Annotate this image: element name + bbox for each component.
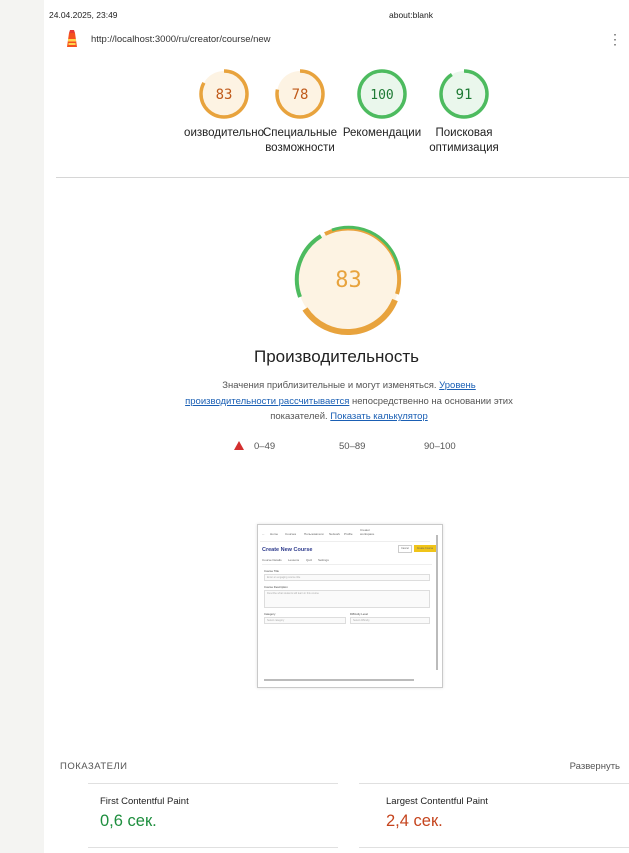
thumb-heading: Create New Course bbox=[262, 547, 313, 553]
legend-fail: 0–49 bbox=[234, 441, 275, 452]
thumb-title-label: Course Title bbox=[264, 569, 279, 573]
print-title: about:blank bbox=[389, 10, 433, 20]
thumb-nav-3: Network bbox=[329, 532, 341, 536]
metric-divider-bottom-right bbox=[359, 847, 629, 848]
legend-pass: 90–100 bbox=[424, 441, 456, 452]
thumb-category-select: Select category bbox=[264, 617, 346, 624]
performance-description: Значения приблизительные и могут изменят… bbox=[184, 378, 514, 425]
report-url-bar: http://localhost:3000/ru/creator/course/… bbox=[60, 30, 628, 50]
gauge-best-practices[interactable]: 100 Рекомендации bbox=[342, 68, 422, 141]
metric-lcp-value: 2,4 сек. bbox=[386, 812, 443, 830]
thumb-desc-input: Describe what students will learn in thi… bbox=[264, 590, 430, 608]
thumb-tab-3: Settings bbox=[318, 558, 329, 562]
desc-text-1: Значения приблизительные и могут изменят… bbox=[222, 380, 440, 391]
thumb-create-button: Create Course bbox=[414, 545, 436, 552]
thumb-navbar: ← Home Courses Пользователи Network Prof… bbox=[260, 527, 430, 542]
performance-gauge: 83 bbox=[294, 225, 402, 335]
gauge-accessibility-label: Специальные возможности bbox=[262, 127, 338, 154]
section-divider bbox=[56, 177, 629, 178]
performance-score: 83 bbox=[335, 268, 362, 293]
thumb-tab-1: Lessons bbox=[288, 558, 300, 562]
final-screenshot-thumbnail[interactable]: ← Home Courses Пользователи Network Prof… bbox=[257, 524, 443, 688]
gauge-accessibility-score: 78 bbox=[292, 87, 309, 103]
gauge-best-practices-ring: 100 bbox=[357, 69, 407, 119]
summary-gauges: 83 оизводительно 78 Специальные возможно… bbox=[184, 68, 524, 188]
thumb-category-label: Category bbox=[264, 612, 276, 616]
gauge-seo-ring: 91 bbox=[439, 69, 489, 119]
thumb-cancel-button: Cancel bbox=[398, 545, 412, 553]
expand-metrics-toggle[interactable]: Развернуть bbox=[570, 761, 620, 772]
gauge-best-practices-label: Рекомендации bbox=[342, 127, 422, 139]
gauge-seo[interactable]: 91 Поисковая оптимизация bbox=[424, 68, 504, 156]
metric-lcp: Largest Contentful Paint 2,4 сек. bbox=[386, 796, 488, 831]
thumb-desc-label: Course Description bbox=[264, 585, 288, 589]
metric-divider-left bbox=[88, 783, 338, 784]
metric-divider-bottom-left bbox=[88, 847, 338, 848]
thumb-nav-4: Profile bbox=[344, 532, 353, 536]
thumb-horizontal-scrollbar bbox=[264, 679, 414, 681]
gauge-accessibility[interactable]: 78 Специальные возможности bbox=[260, 68, 340, 156]
metric-divider-right bbox=[359, 783, 629, 784]
lighthouse-icon bbox=[67, 30, 77, 47]
gauge-performance-ring: 83 bbox=[199, 69, 249, 119]
show-calculator-link[interactable]: Показать калькулятор bbox=[330, 411, 427, 422]
kebab-menu-icon[interactable]: ⋮ bbox=[608, 32, 622, 46]
metric-fcp-value: 0,6 сек. bbox=[100, 812, 157, 830]
metric-fcp-name: First Contentful Paint bbox=[100, 796, 189, 807]
fail-triangle-icon bbox=[234, 441, 244, 450]
metric-lcp-name: Largest Contentful Paint bbox=[386, 796, 488, 807]
thumb-tabs: Course Details Lessons Quiz Settings bbox=[262, 558, 432, 565]
thumb-tab-0: Course Details bbox=[262, 558, 282, 562]
gauge-best-practices-score: 100 bbox=[370, 88, 393, 103]
score-legend: 0–49 50–89 90–100 bbox=[234, 441, 484, 455]
metric-fcp: First Contentful Paint 0,6 сек. bbox=[100, 796, 189, 831]
thumb-nav-0: Home bbox=[270, 532, 279, 536]
gauge-seo-label: Поисковая оптимизация bbox=[429, 127, 499, 154]
legend-average: 50–89 bbox=[339, 441, 366, 452]
page-url[interactable]: http://localhost:3000/ru/creator/course/… bbox=[91, 34, 271, 45]
thumb-difficulty-select: Select difficulty bbox=[350, 617, 430, 624]
thumb-nav-1: Courses bbox=[285, 532, 297, 536]
thumb-title-input: Enter an engaging course title bbox=[264, 574, 430, 581]
gauge-seo-score: 91 bbox=[456, 87, 473, 103]
thumb-nav-5: Creator workspace bbox=[360, 528, 375, 536]
thumb-vertical-scrollbar bbox=[436, 535, 438, 670]
metrics-header: ПОКАЗАТЕЛИ bbox=[60, 761, 128, 772]
gauge-accessibility-ring: 78 bbox=[275, 69, 325, 119]
report-page: 24.04.2025, 23:49 about:blank http://loc… bbox=[44, 0, 629, 853]
thumb-nav-2: Пользователи bbox=[304, 532, 324, 536]
gauge-performance-score: 83 bbox=[216, 87, 233, 103]
performance-title: Производительность bbox=[253, 347, 419, 366]
thumb-difficulty-label: Difficulty Level bbox=[350, 612, 368, 616]
print-date: 24.04.2025, 23:49 bbox=[49, 10, 118, 20]
thumb-tab-2: Quiz bbox=[306, 558, 313, 562]
